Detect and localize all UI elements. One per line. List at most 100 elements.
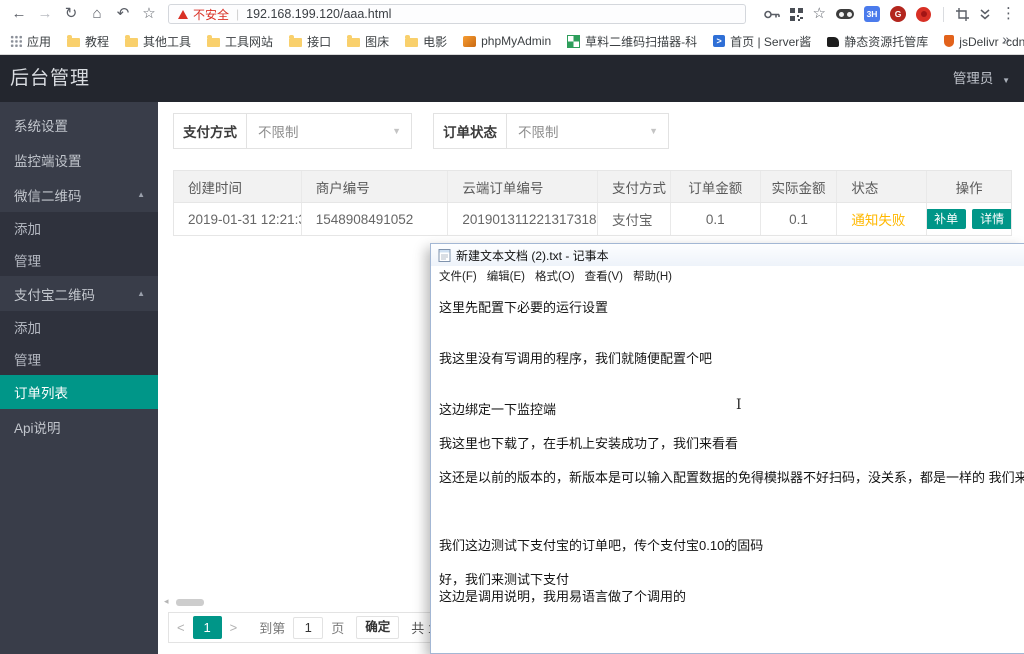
sidebar-item-label: 订单列表 <box>14 386 68 401</box>
sidebar-item[interactable]: 管理 <box>0 343 158 375</box>
notepad-window: 新建文本文档 (2).txt - 记事本 文件(F) 编辑(E) 格式(O) 查看(V… <box>430 243 1024 654</box>
details-button[interactable]: 详情 <box>972 209 1011 229</box>
home-icon[interactable]: ⌂ <box>84 0 110 28</box>
chevron-down-icon: ▼ <box>649 126 658 136</box>
sidebar-item[interactable]: 订单列表 <box>0 375 158 409</box>
notepad-text-line <box>439 554 1024 571</box>
address-separator: | <box>236 7 240 21</box>
bookmark-item[interactable]: 工具网站 <box>207 33 273 50</box>
forward-icon[interactable]: → <box>32 0 58 28</box>
sidebar-item[interactable]: 系统设置 <box>0 107 158 142</box>
cell-created: 2019-01-31 12:21:31 <box>188 211 301 227</box>
bookmark-label: 图床 <box>365 34 390 49</box>
bookmark-icon <box>713 35 726 47</box>
chevron-down-icon: ▼ <box>1002 76 1010 85</box>
page-number-input[interactable] <box>293 616 324 639</box>
sidebar-item[interactable]: 微信二维码 ▲ <box>0 177 158 212</box>
bookmark-label: 应用 <box>27 34 52 49</box>
selected-value: 不限制 <box>258 125 299 140</box>
bookmark-item[interactable]: 应用 <box>10 33 51 50</box>
bookmark-item[interactable]: 电影 <box>405 33 447 50</box>
3h-extension-icon[interactable]: 3H <box>864 6 880 22</box>
key-icon[interactable] <box>763 10 780 19</box>
notepad-text-line <box>439 333 1024 350</box>
notepad-text-line <box>439 503 1024 520</box>
bookmark-item[interactable]: 图床 <box>347 33 389 50</box>
confirm-page-button[interactable]: 确定 <box>356 616 400 639</box>
user-menu[interactable]: 管理员 ▼ <box>953 55 1010 104</box>
double-chevron-down-icon[interactable] <box>979 8 991 20</box>
sidebar-item-label: 监控端设置 <box>14 153 82 169</box>
menu-item[interactable]: 文件(F) <box>434 268 482 284</box>
bookmark-item[interactable]: 静态资源托管库 <box>827 33 928 50</box>
bookmark-item[interactable]: 教程 <box>67 33 109 50</box>
reload-icon[interactable]: ↻ <box>58 0 84 28</box>
sidebar-item[interactable]: Api说明 <box>0 409 158 444</box>
reissue-button[interactable]: 补单 <box>927 209 967 229</box>
notepad-icon <box>438 248 451 262</box>
notepad-text-area[interactable]: 这里先配置下必要的运行设置 我这里没有写调用的程序，我们就随便配置个吧 这边绑定一下… <box>431 286 1024 654</box>
bookmark-item[interactable]: 其他工具 <box>125 33 191 50</box>
browser-menu-icon[interactable]: ⋮ <box>1001 0 1016 28</box>
cell-actions: 补单 详情 <box>926 203 1011 235</box>
notepad-text-line <box>439 452 1024 469</box>
cell-actual-amount: 0.1 <box>759 203 837 235</box>
bookmark-item[interactable]: 首页 | Server酱 <box>713 33 811 50</box>
qr-code-icon[interactable] <box>789 7 803 21</box>
sidebar-item-label: 支付宝二维码 <box>14 287 95 303</box>
horizontal-scrollbar[interactable] <box>176 599 204 606</box>
order-status-select[interactable]: 不限制 ▼ <box>506 113 669 149</box>
notepad-title-bar[interactable]: 新建文本文档 (2).txt - 记事本 <box>431 244 1024 266</box>
crop-icon[interactable] <box>956 7 969 21</box>
security-warning-label[interactable]: 不安全 <box>193 6 229 23</box>
menu-item[interactable]: 编辑(E) <box>482 268 530 284</box>
bookmark-star-icon[interactable]: ☆ <box>813 0 826 28</box>
sidebar-item[interactable]: 添加 <box>0 311 158 343</box>
goto-label: 到第 <box>259 621 286 636</box>
chevron-up-icon: ▲ <box>137 190 145 199</box>
menu-item[interactable]: 格式(O) <box>530 268 580 284</box>
sidebar-item-label: 微信二维码 <box>14 188 82 204</box>
bookmarks-overflow-icon[interactable]: » <box>1002 31 1024 47</box>
bookmark-item[interactable]: 草料二维码扫描器-科 <box>567 33 697 50</box>
notepad-text-line <box>439 384 1024 401</box>
page-1-button[interactable]: 1 <box>192 616 222 639</box>
star-icon[interactable]: ☆ <box>136 0 162 28</box>
notepad-text-line <box>439 316 1024 333</box>
notepad-text-line <box>439 418 1024 435</box>
sidebar-item-label: 管理 <box>14 254 41 269</box>
filter-label: 订单状态 <box>433 113 507 149</box>
filter-label: 支付方式 <box>173 113 247 149</box>
screen: ← → ↻ ⌂ ↶ ☆ 不安全 | 192.168.199.120/aaa.ht… <box>0 0 1024 654</box>
column-header: 商户编号 <box>300 171 448 202</box>
sidebar-item[interactable]: 监控端设置 <box>0 142 158 177</box>
menu-item[interactable]: 查看(V) <box>580 268 628 284</box>
sidebar-item[interactable]: 支付宝二维码 ▲ <box>0 276 158 311</box>
filter-pay-method: 支付方式 不限制 ▼ <box>173 113 412 149</box>
address-bar[interactable]: 不安全 | 192.168.199.120/aaa.html <box>168 4 746 24</box>
bookmark-item[interactable]: phpMyAdmin <box>463 34 551 48</box>
sidebar-item[interactable]: 添加 <box>0 212 158 244</box>
bookmark-label: 教程 <box>85 34 110 49</box>
page-title: 后台管理 <box>10 68 91 89</box>
sidebar-item[interactable]: 管理 <box>0 244 158 276</box>
scroll-left-icon[interactable]: ◂ <box>164 596 169 607</box>
back-icon[interactable]: ← <box>6 0 32 28</box>
bookmark-icon <box>10 35 22 47</box>
sidebar-nav: 系统设置 监控端设置 微信二维码 ▲ 添加 管理 支付宝二维码 ▲ 添加 管理 … <box>0 102 158 654</box>
next-page-icon[interactable]: > <box>222 620 246 635</box>
g-extension-icon[interactable]: G <box>890 6 906 22</box>
bookmark-icon <box>405 35 419 47</box>
sidebar-item-label: 系统设置 <box>14 118 68 134</box>
undo-icon[interactable]: ↶ <box>110 0 136 28</box>
bookmark-icon <box>347 35 361 47</box>
record-extension-icon[interactable] <box>916 6 931 22</box>
pay-method-select[interactable]: 不限制 ▼ <box>246 113 412 149</box>
bookmark-item[interactable]: 接口 <box>289 33 331 50</box>
notepad-text-line <box>439 520 1024 537</box>
sidebar-item-label: 添加 <box>14 321 41 336</box>
toolbar-right: ☆ 3H G ⋮ <box>763 0 1024 28</box>
prev-page-icon[interactable]: < <box>169 620 193 635</box>
glasses-extension-icon[interactable] <box>836 9 854 19</box>
menu-item[interactable]: 帮助(H) <box>628 268 677 284</box>
